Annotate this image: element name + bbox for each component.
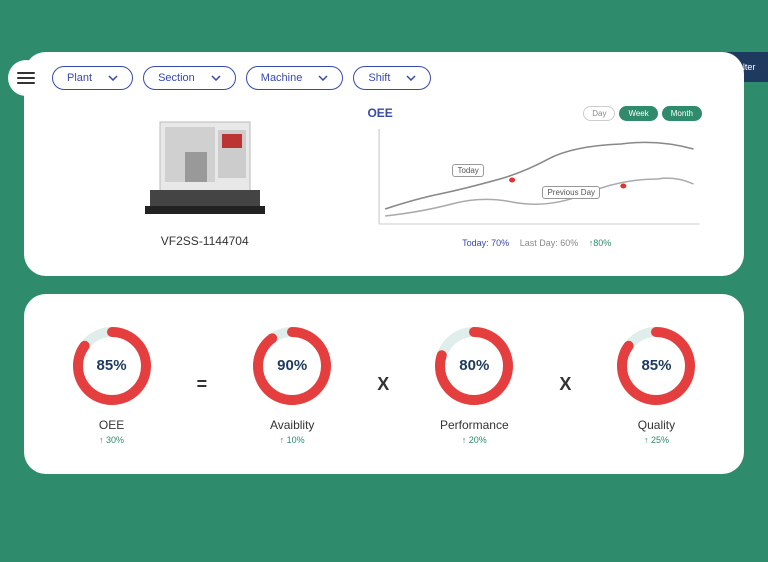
filter-plant[interactable]: Plant: [52, 66, 133, 90]
gauge-performance: 80% Performance↑ 20%: [432, 324, 516, 445]
equals-operator: =: [197, 374, 208, 395]
chevron-down-icon: [318, 75, 328, 81]
multiply-operator: X: [377, 374, 389, 395]
filter-machine[interactable]: Machine: [246, 66, 344, 90]
chart-legend: Today: 70% Last Day: 60% ↑80%: [367, 238, 706, 248]
oee-chart: Today Previous Day: [367, 124, 706, 234]
metrics-card: 85% OEE↑ 30% = 90% Avaiblity↑ 10% X 80% …: [24, 294, 744, 474]
tab-week[interactable]: Week: [619, 106, 657, 121]
overview-card: Plant Section Machine Shift VF2SS-114470…: [24, 52, 744, 276]
gauge-quality: 85% Quality↑ 25%: [614, 324, 698, 445]
machine-name: VF2SS-1144704: [161, 234, 249, 248]
filter-section[interactable]: Section: [143, 66, 236, 90]
chevron-down-icon: [108, 75, 118, 81]
chart-label-prev: Previous Day: [542, 186, 600, 199]
menu-button[interactable]: [8, 60, 44, 96]
chart-label-today: Today: [452, 164, 483, 177]
filter-shift[interactable]: Shift: [353, 66, 431, 90]
tab-day[interactable]: Day: [583, 106, 615, 121]
multiply-operator: X: [559, 374, 571, 395]
tab-month[interactable]: Month: [662, 106, 702, 121]
gauge-availability: 90% Avaiblity↑ 10%: [250, 324, 334, 445]
chevron-down-icon: [211, 75, 221, 81]
chevron-down-icon: [406, 75, 416, 81]
hamburger-icon: [17, 71, 35, 85]
gauge-oee: 85% OEE↑ 30%: [70, 324, 154, 445]
machine-image: [130, 112, 280, 222]
